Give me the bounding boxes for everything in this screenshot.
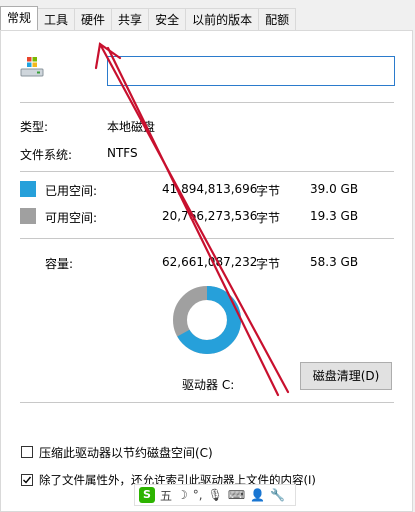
used-space-size: 39.0 GB — [310, 182, 359, 196]
free-space-label: 可用空间: — [45, 211, 98, 225]
used-space-label: 已用空间: — [45, 184, 98, 198]
used-space-bytes: 41,894,813,696 — [162, 182, 258, 196]
separator — [20, 171, 394, 172]
used-space-unit: 字节 — [256, 184, 281, 198]
free-space-size: 19.3 GB — [310, 209, 359, 223]
tab-tools[interactable]: 工具 — [37, 8, 76, 30]
wrench-icon[interactable]: 🔧 — [270, 488, 285, 502]
sogou-logo-icon[interactable]: S — [139, 487, 155, 503]
type-label: 类型: — [20, 120, 49, 134]
filesystem-value: NTFS — [107, 146, 138, 160]
input-mode-label[interactable]: 五 — [160, 487, 172, 504]
compress-checkbox[interactable] — [21, 446, 33, 458]
keyboard-icon[interactable]: ⌨ — [228, 488, 245, 502]
filesystem-label: 文件系统: — [20, 148, 73, 162]
used-space-swatch — [20, 181, 36, 197]
capacity-size: 58.3 GB — [310, 255, 359, 269]
compress-option-label[interactable]: 压缩此驱动器以节约磁盘空间(C) — [39, 444, 213, 461]
checkmark-icon — [23, 476, 32, 484]
ime-toolbar: S 五 ☽ °, 🎙 ⌨ 👤 🔧 — [134, 484, 296, 506]
separator — [20, 238, 394, 239]
usage-donut-chart — [173, 286, 241, 354]
drive-icon — [20, 57, 44, 77]
tab-previous-versions[interactable]: 以前的版本 — [185, 8, 260, 30]
moon-icon[interactable]: ☽ — [177, 488, 188, 502]
free-space-bytes: 20,766,273,536 — [162, 209, 258, 223]
tab-sharing[interactable]: 共享 — [111, 8, 150, 30]
disk-cleanup-button[interactable]: 磁盘清理(D) — [300, 362, 392, 390]
punctuation-icon[interactable]: °, — [193, 488, 203, 502]
mic-icon[interactable]: 🎙 — [208, 488, 223, 502]
tab-general[interactable]: 常规 — [0, 6, 39, 30]
capacity-label: 容量: — [45, 257, 74, 271]
user-icon[interactable]: 👤 — [250, 488, 265, 502]
index-checkbox[interactable] — [21, 474, 33, 486]
type-value: 本地磁盘 — [107, 120, 156, 134]
capacity-bytes: 62,661,087,232 — [162, 255, 258, 269]
separator — [20, 102, 394, 103]
separator — [20, 402, 394, 403]
tab-bar: 常规 工具 硬件 共享 安全 以前的版本 配额 — [0, 0, 415, 32]
volume-name-input[interactable] — [107, 56, 395, 86]
free-space-unit: 字节 — [256, 211, 281, 225]
tab-quota[interactable]: 配额 — [258, 8, 297, 30]
tab-hardware[interactable]: 硬件 — [74, 8, 113, 30]
tab-security[interactable]: 安全 — [148, 8, 187, 30]
drive-label: 驱动器 C: — [182, 378, 235, 392]
capacity-unit: 字节 — [256, 257, 281, 271]
free-space-swatch — [20, 208, 36, 224]
